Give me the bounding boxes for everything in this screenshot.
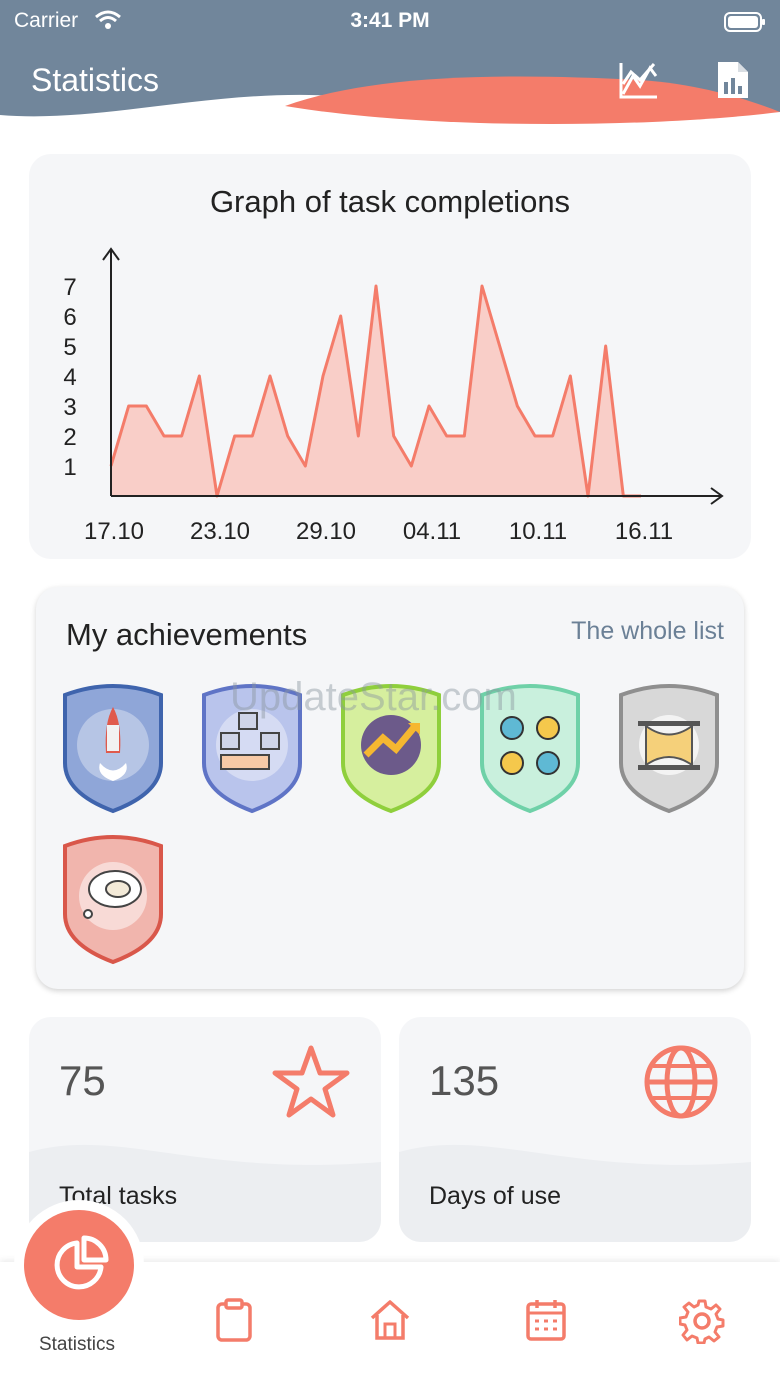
settings-icon [678,1299,725,1345]
hourglass-badge[interactable] [616,683,722,815]
chart-line-icon[interactable] [618,60,660,105]
tab-statistics-label: Statistics [38,1334,116,1355]
achievements-title: My achievements [66,617,308,652]
tab-calendar[interactable] [525,1298,567,1347]
x-tick-label: 10.11 [509,518,567,545]
tab-tasks[interactable] [214,1298,254,1347]
chart-area [111,286,641,496]
days-of-use-value: 135 [429,1057,500,1104]
calendar-icon [526,1300,566,1341]
x-tick-label: 29.10 [296,518,356,545]
task-completion-chart: 1 2 3 4 5 6 7 17.10 23.10 29.10 04.11 10.11 16.11 [63,247,724,545]
home-icon [370,1300,410,1340]
clipboard-icon [216,1298,252,1342]
graph-card: Graph of task completions 1 2 3 4 5 6 7 17.10 23… [29,154,751,559]
star-icon [271,1042,351,1127]
y-tick-label: 3 [63,394,76,421]
achievements-card: My achievements The whole list [36,587,744,989]
y-tick-label: 2 [63,424,76,451]
header: Carrier 3:41 PM Statistics [0,0,780,140]
days-of-use-label: Days of use [429,1182,562,1210]
y-tick-label: 4 [63,364,76,391]
x-tick-label: 04.11 [403,518,461,545]
y-tick-label: 1 [63,454,76,481]
x-tick-label: 17.10 [84,518,144,545]
page-title: Statistics [31,62,160,98]
globe-icon [641,1042,721,1127]
clock: 3:41 PM [350,9,430,32]
tab-home[interactable] [368,1298,412,1347]
whole-list-link[interactable]: The whole list [571,617,724,646]
rocket-badge[interactable] [60,683,166,815]
pie-chart-icon [54,1235,109,1290]
x-tick-label: 16.11 [615,518,673,545]
report-document-icon[interactable] [716,60,750,105]
y-tick-label: 5 [63,334,76,361]
x-tick-label: 23.10 [190,518,250,545]
battery-icon [724,12,766,38]
y-tick-label: 6 [63,304,76,331]
days-of-use-card: 135 Days of use [399,1017,751,1242]
status-bar: Carrier 3:41 PM [0,6,780,36]
tab-statistics[interactable] [14,1200,144,1330]
watermark: UpdateStar.com [230,675,517,719]
total-tasks-value: 75 [59,1057,106,1104]
tab-settings[interactable] [678,1298,725,1349]
y-tick-label: 7 [63,274,76,301]
dream-sheep-badge[interactable] [60,834,166,966]
